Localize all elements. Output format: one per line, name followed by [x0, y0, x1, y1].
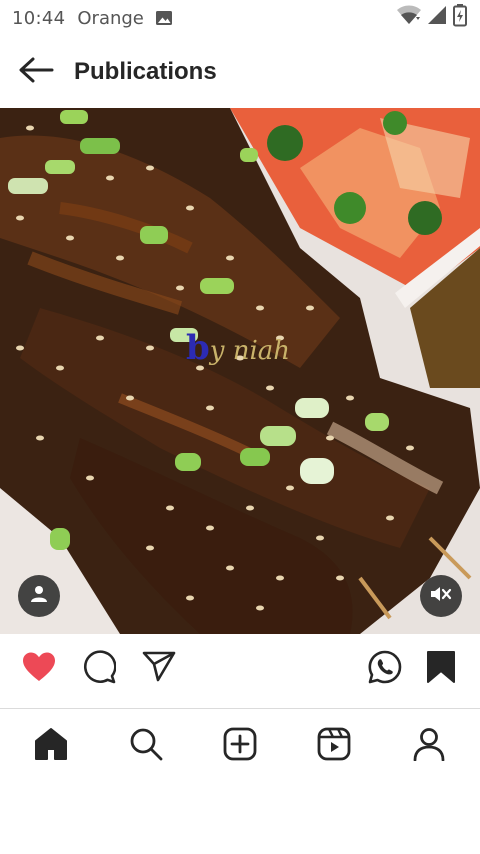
food-photo: [0, 108, 480, 634]
comment-button[interactable]: [78, 648, 120, 690]
bookmark-filled-icon: [426, 650, 456, 689]
person-icon: [29, 584, 49, 609]
status-time: 10:44: [12, 7, 66, 29]
watermark-letter: b: [186, 328, 210, 368]
page-title: Publications: [74, 58, 217, 85]
nav-reels[interactable]: [304, 717, 364, 777]
like-button[interactable]: [18, 648, 60, 690]
status-icons: [396, 3, 468, 33]
bottom-nav: [0, 708, 480, 784]
status-bar: 10:44 Orange: [0, 0, 480, 36]
battery-icon: [452, 3, 468, 33]
whatsapp-share-button[interactable]: [364, 648, 406, 690]
reels-icon: [317, 727, 351, 766]
watermark: by niah: [186, 328, 290, 368]
watermark-text: y niah: [209, 336, 291, 366]
nav-profile[interactable]: [399, 717, 459, 777]
arrow-left-icon: [18, 56, 54, 89]
share-button[interactable]: [138, 648, 180, 690]
save-button[interactable]: [420, 648, 462, 690]
back-button[interactable]: [0, 36, 72, 108]
heart-filled-icon: [21, 651, 57, 688]
mute-button[interactable]: [420, 575, 462, 617]
muted-speaker-icon: [429, 584, 453, 609]
tagged-users-button[interactable]: [18, 575, 60, 617]
post-media[interactable]: by niah: [0, 108, 480, 634]
photo-icon: [154, 8, 174, 28]
home-icon: [33, 727, 69, 766]
profile-icon: [412, 727, 446, 766]
nav-home[interactable]: [21, 717, 81, 777]
share-icon: [142, 651, 176, 688]
new-post-icon: [223, 727, 257, 766]
signal-icon: [426, 4, 448, 32]
nav-search[interactable]: [116, 717, 176, 777]
whatsapp-icon: [367, 649, 403, 690]
wifi-icon: [396, 4, 422, 32]
post-actions: [0, 634, 480, 704]
search-icon: [129, 727, 163, 766]
app-header: Publications: [0, 36, 480, 108]
status-carrier: Orange: [77, 7, 144, 29]
nav-new-post[interactable]: [210, 717, 270, 777]
comment-icon: [82, 649, 117, 689]
